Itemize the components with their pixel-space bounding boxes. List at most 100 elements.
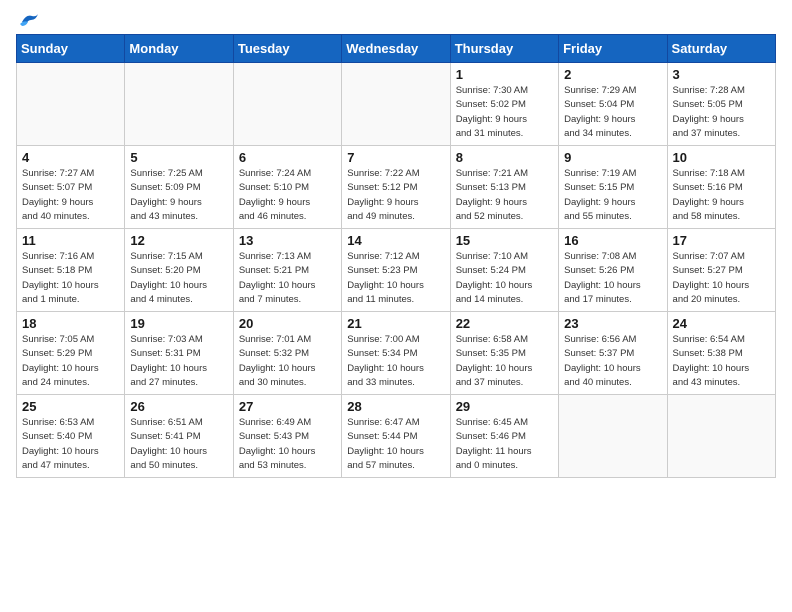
weekday-header-sunday: Sunday: [17, 35, 125, 63]
calendar-cell: [559, 395, 667, 478]
day-info: Sunrise: 7:25 AM Sunset: 5:09 PM Dayligh…: [130, 167, 227, 224]
calendar-cell: 9 Sunrise: 7:19 AM Sunset: 5:15 PM Daylig…: [559, 146, 667, 229]
day-number: 2: [564, 67, 661, 82]
day-info: Sunrise: 6:58 AM Sunset: 5:35 PM Dayligh…: [456, 333, 553, 390]
calendar-cell: 13Sunrise: 7:13 AM Sunset: 5:21 PM Dayli…: [233, 229, 341, 312]
day-info: Sunrise: 6:54 AM Sunset: 5:38 PM Dayligh…: [673, 333, 770, 390]
weekday-header-saturday: Saturday: [667, 35, 775, 63]
calendar-cell: 28 Sunrise: 6:47 AM Sunset: 5:44 PM Dayli…: [342, 395, 450, 478]
day-number: 25: [22, 399, 119, 414]
calendar-cell: 1 Sunrise: 7:30 AM Sunset: 5:02 PM Daylig…: [450, 63, 558, 146]
day-info: Sunrise: 7:07 AM Sunset: 5:27 PM Dayligh…: [673, 250, 770, 307]
calendar-cell: 10 Sunrise: 7:18 AM Sunset: 5:16 PM Dayli…: [667, 146, 775, 229]
calendar-cell: 26 Sunrise: 6:51 AM Sunset: 5:41 PM Dayli…: [125, 395, 233, 478]
calendar-week-row: 25 Sunrise: 6:53 AM Sunset: 5:40 PM Dayli…: [17, 395, 776, 478]
day-number: 10: [673, 150, 770, 165]
day-info: Sunrise: 7:24 AM Sunset: 5:10 PM Dayligh…: [239, 167, 336, 224]
calendar-cell: [125, 63, 233, 146]
day-number: 23: [564, 316, 661, 331]
day-info: Sunrise: 7:15 AM Sunset: 5:20 PM Dayligh…: [130, 250, 227, 307]
page-header: [16, 16, 776, 26]
day-number: 1: [456, 67, 553, 82]
calendar-cell: 25 Sunrise: 6:53 AM Sunset: 5:40 PM Dayli…: [17, 395, 125, 478]
day-info: Sunrise: 6:47 AM Sunset: 5:44 PM Dayligh…: [347, 416, 444, 473]
day-number: 11: [22, 233, 119, 248]
calendar-cell: 24 Sunrise: 6:54 AM Sunset: 5:38 PM Dayli…: [667, 312, 775, 395]
weekday-header-tuesday: Tuesday: [233, 35, 341, 63]
day-info: Sunrise: 7:12 AM Sunset: 5:23 PM Dayligh…: [347, 250, 444, 307]
calendar-cell: 27Sunrise: 6:49 AM Sunset: 5:43 PM Dayli…: [233, 395, 341, 478]
weekday-header-row: SundayMondayTuesdayWednesdayThursdayFrid…: [17, 35, 776, 63]
day-number: 6: [239, 150, 336, 165]
day-number: 22: [456, 316, 553, 331]
calendar-cell: 22 Sunrise: 6:58 AM Sunset: 5:35 PM Dayli…: [450, 312, 558, 395]
day-number: 12: [130, 233, 227, 248]
day-number: 27: [239, 399, 336, 414]
day-info: Sunrise: 6:51 AM Sunset: 5:41 PM Dayligh…: [130, 416, 227, 473]
calendar-cell: 19 Sunrise: 7:03 AM Sunset: 5:31 PM Dayli…: [125, 312, 233, 395]
calendar-cell: 5 Sunrise: 7:25 AM Sunset: 5:09 PM Daylig…: [125, 146, 233, 229]
calendar-cell: 8 Sunrise: 7:21 AM Sunset: 5:13 PM Daylig…: [450, 146, 558, 229]
day-info: Sunrise: 7:08 AM Sunset: 5:26 PM Dayligh…: [564, 250, 661, 307]
calendar-week-row: 1 Sunrise: 7:30 AM Sunset: 5:02 PM Daylig…: [17, 63, 776, 146]
day-number: 29: [456, 399, 553, 414]
day-info: Sunrise: 7:16 AM Sunset: 5:18 PM Dayligh…: [22, 250, 119, 307]
calendar-cell: 12 Sunrise: 7:15 AM Sunset: 5:20 PM Dayli…: [125, 229, 233, 312]
calendar-cell: 18 Sunrise: 7:05 AM Sunset: 5:29 PM Dayli…: [17, 312, 125, 395]
weekday-header-friday: Friday: [559, 35, 667, 63]
calendar-cell: 29 Sunrise: 6:45 AM Sunset: 5:46 PM Dayli…: [450, 395, 558, 478]
day-number: 21: [347, 316, 444, 331]
calendar-cell: 20Sunrise: 7:01 AM Sunset: 5:32 PM Dayli…: [233, 312, 341, 395]
calendar-cell: 7 Sunrise: 7:22 AM Sunset: 5:12 PM Daylig…: [342, 146, 450, 229]
day-info: Sunrise: 7:28 AM Sunset: 5:05 PM Dayligh…: [673, 84, 770, 141]
weekday-header-wednesday: Wednesday: [342, 35, 450, 63]
day-info: Sunrise: 7:27 AM Sunset: 5:07 PM Dayligh…: [22, 167, 119, 224]
day-info: Sunrise: 7:30 AM Sunset: 5:02 PM Dayligh…: [456, 84, 553, 141]
day-info: Sunrise: 7:29 AM Sunset: 5:04 PM Dayligh…: [564, 84, 661, 141]
weekday-header-thursday: Thursday: [450, 35, 558, 63]
day-info: Sunrise: 7:13 AM Sunset: 5:21 PM Dayligh…: [239, 250, 336, 307]
day-number: 9: [564, 150, 661, 165]
calendar-cell: [233, 63, 341, 146]
day-info: Sunrise: 7:05 AM Sunset: 5:29 PM Dayligh…: [22, 333, 119, 390]
day-info: Sunrise: 6:53 AM Sunset: 5:40 PM Dayligh…: [22, 416, 119, 473]
day-info: Sunrise: 7:21 AM Sunset: 5:13 PM Dayligh…: [456, 167, 553, 224]
calendar-table: SundayMondayTuesdayWednesdayThursdayFrid…: [16, 34, 776, 478]
calendar-cell: 4 Sunrise: 7:27 AM Sunset: 5:07 PM Daylig…: [17, 146, 125, 229]
day-number: 16: [564, 233, 661, 248]
day-number: 28: [347, 399, 444, 414]
day-number: 8: [456, 150, 553, 165]
calendar-cell: 16 Sunrise: 7:08 AM Sunset: 5:26 PM Dayli…: [559, 229, 667, 312]
calendar-cell: 11 Sunrise: 7:16 AM Sunset: 5:18 PM Dayli…: [17, 229, 125, 312]
calendar-week-row: 18 Sunrise: 7:05 AM Sunset: 5:29 PM Dayli…: [17, 312, 776, 395]
calendar-cell: [342, 63, 450, 146]
calendar-week-row: 11 Sunrise: 7:16 AM Sunset: 5:18 PM Dayli…: [17, 229, 776, 312]
day-number: 18: [22, 316, 119, 331]
day-number: 3: [673, 67, 770, 82]
calendar-cell: 3 Sunrise: 7:28 AM Sunset: 5:05 PM Daylig…: [667, 63, 775, 146]
weekday-header-monday: Monday: [125, 35, 233, 63]
calendar-cell: 6 Sunrise: 7:24 AM Sunset: 5:10 PM Daylig…: [233, 146, 341, 229]
day-info: Sunrise: 6:56 AM Sunset: 5:37 PM Dayligh…: [564, 333, 661, 390]
day-number: 24: [673, 316, 770, 331]
day-number: 7: [347, 150, 444, 165]
day-info: Sunrise: 7:00 AM Sunset: 5:34 PM Dayligh…: [347, 333, 444, 390]
calendar-cell: 15 Sunrise: 7:10 AM Sunset: 5:24 PM Dayli…: [450, 229, 558, 312]
day-info: Sunrise: 6:45 AM Sunset: 5:46 PM Dayligh…: [456, 416, 553, 473]
day-number: 20: [239, 316, 336, 331]
calendar-cell: 14 Sunrise: 7:12 AM Sunset: 5:23 PM Dayli…: [342, 229, 450, 312]
day-number: 19: [130, 316, 227, 331]
day-info: Sunrise: 7:22 AM Sunset: 5:12 PM Dayligh…: [347, 167, 444, 224]
calendar-cell: [667, 395, 775, 478]
day-info: Sunrise: 7:10 AM Sunset: 5:24 PM Dayligh…: [456, 250, 553, 307]
day-number: 26: [130, 399, 227, 414]
day-info: Sunrise: 7:19 AM Sunset: 5:15 PM Dayligh…: [564, 167, 661, 224]
day-number: 4: [22, 150, 119, 165]
day-info: Sunrise: 7:03 AM Sunset: 5:31 PM Dayligh…: [130, 333, 227, 390]
calendar-week-row: 4 Sunrise: 7:27 AM Sunset: 5:07 PM Daylig…: [17, 146, 776, 229]
day-number: 15: [456, 233, 553, 248]
day-info: Sunrise: 7:18 AM Sunset: 5:16 PM Dayligh…: [673, 167, 770, 224]
day-number: 17: [673, 233, 770, 248]
day-number: 14: [347, 233, 444, 248]
day-number: 5: [130, 150, 227, 165]
